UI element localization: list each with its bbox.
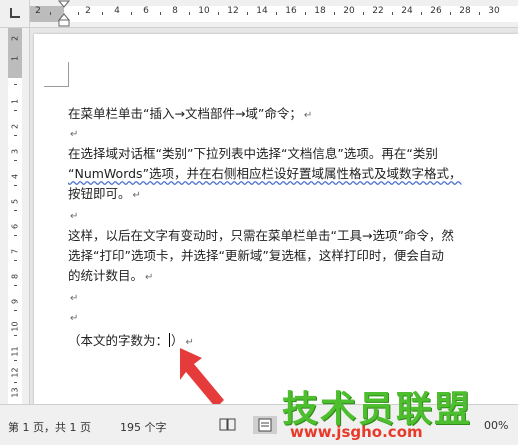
- read-mode-icon[interactable]: [215, 416, 241, 434]
- ruler-tick: [78, 12, 79, 15]
- ruler-number: 7: [10, 248, 20, 255]
- document-line[interactable]: ↵: [68, 206, 78, 226]
- ruler-number: 5: [10, 198, 20, 205]
- ruler-number: 8: [10, 273, 20, 280]
- ruler-number: 4: [114, 6, 120, 16]
- ruler-tick: [102, 12, 103, 15]
- ruler-tick: [131, 12, 132, 15]
- ruler-tick: [479, 12, 480, 15]
- ruler-number: 6: [10, 223, 20, 230]
- indent-marker-icon[interactable]: [58, 0, 70, 28]
- ruler-number: 22: [372, 6, 384, 16]
- ruler-tick: [450, 12, 451, 15]
- ruler-tick: [14, 210, 17, 211]
- ruler-tick: [50, 12, 51, 15]
- ruler-tick: [14, 160, 17, 161]
- vertical-ruler[interactable]: 2 1 1 2 3 4 5 6 7 8 9 10 11 12 13: [0, 28, 30, 404]
- document-line[interactable]: 在菜单栏单击“插入→文档部件→域”命令； ↵: [68, 105, 312, 125]
- ruler-tick: [14, 110, 17, 111]
- ruler-tick: [14, 235, 17, 236]
- ruler-number: 16: [285, 6, 297, 16]
- ruler-number: 13: [10, 387, 20, 398]
- ruler-number: 10: [198, 6, 210, 16]
- ruler-number: 12: [227, 6, 239, 16]
- ruler-tick: [14, 360, 17, 361]
- document-line[interactable]: 在选择域对话框“类别”下拉列表中选择“文档信息”选项。再在“类别: [68, 145, 438, 163]
- left-tab-icon: [10, 8, 20, 18]
- tab-selector[interactable]: [0, 0, 30, 28]
- word-count[interactable]: 195 个字: [120, 419, 167, 435]
- ruler-number: 1: [10, 98, 20, 105]
- pointer-arrow-icon: [180, 348, 224, 404]
- ruler-number: 2: [10, 35, 20, 42]
- document-line[interactable]: 按钮即可。 ↵: [68, 185, 141, 205]
- ruler-tick: [14, 310, 17, 311]
- ruler-tick: [305, 12, 306, 15]
- ruler-tick: [14, 185, 17, 186]
- margin-corner-mark: [44, 62, 69, 87]
- ruler-number: 14: [256, 6, 268, 16]
- horizontal-ruler[interactable]: 2 2 4 6 8 10 12 14 16 18 20 22 24 26 28 …: [30, 0, 518, 28]
- zoom-level[interactable]: 00%: [484, 419, 508, 432]
- document-line[interactable]: ↵: [68, 124, 78, 144]
- ruler-tick: [14, 382, 17, 383]
- ruler-tick: [392, 12, 393, 15]
- document-line[interactable]: ↵: [68, 308, 78, 328]
- page-count[interactable]: 第 1 页，共 1 页: [8, 419, 91, 435]
- ruler-tick: [14, 335, 17, 336]
- ruler-tick: [334, 12, 335, 15]
- ruler-tick: [14, 260, 17, 261]
- ruler-number: 12: [10, 367, 20, 378]
- ruler-number: 26: [430, 6, 442, 16]
- document-canvas[interactable]: 在菜单栏单击“插入→文档部件→域”命令； ↵ ↵ 在选择域对话框“类别”下拉列表中…: [30, 28, 518, 404]
- ruler-number: 3: [10, 148, 20, 155]
- ruler-tick: [421, 12, 422, 15]
- ruler-number: 9: [10, 298, 20, 305]
- ruler-tick: [14, 84, 17, 85]
- ruler-tick: [189, 12, 190, 15]
- ruler-tick: [247, 12, 248, 15]
- ruler-number: 8: [172, 6, 178, 16]
- ruler-number: 2: [85, 6, 91, 16]
- ruler-number: 28: [459, 6, 471, 16]
- ruler-tick: [276, 12, 277, 15]
- ruler-number: 20: [343, 6, 355, 16]
- ruler-number: 6: [143, 6, 149, 16]
- ruler-number: 11: [10, 346, 20, 357]
- ruler-tick: [218, 12, 219, 15]
- ruler-number: 24: [401, 6, 413, 16]
- ruler-tick: [160, 12, 161, 15]
- ruler-number: 4: [10, 173, 20, 180]
- watermark-url: www.jsgho.com: [290, 423, 423, 441]
- ruler-number: 2: [10, 123, 20, 130]
- document-line[interactable]: 这样，以后在文字有变动时，只需在菜单栏单击“工具→选项”命令，然: [68, 227, 454, 245]
- document-line[interactable]: 的统计数目。 ↵: [68, 267, 153, 287]
- document-page[interactable]: 在菜单栏单击“插入→文档部件→域”命令； ↵ ↵ 在选择域对话框“类别”下拉列表中…: [34, 34, 518, 404]
- ruler-tick: [14, 285, 17, 286]
- print-layout-icon[interactable]: [252, 416, 278, 434]
- document-line[interactable]: “NumWords”选项，并在右侧相应栏设好置域属性格式及域数字格式，: [68, 165, 462, 183]
- document-line[interactable]: ↵: [68, 288, 78, 308]
- ruler-number: 30: [488, 6, 500, 16]
- document-line[interactable]: 选择“打印”选项卡，并选择“更新域”复选框，这样打印时，便会自动: [68, 247, 444, 265]
- ruler-number: 2: [35, 6, 41, 16]
- text-cursor: [169, 333, 171, 347]
- ruler-number: 1: [10, 55, 20, 62]
- ruler-number: 10: [10, 321, 20, 332]
- ruler-tick: [363, 12, 364, 15]
- ruler-tick: [14, 135, 17, 136]
- ruler-number: 18: [314, 6, 326, 16]
